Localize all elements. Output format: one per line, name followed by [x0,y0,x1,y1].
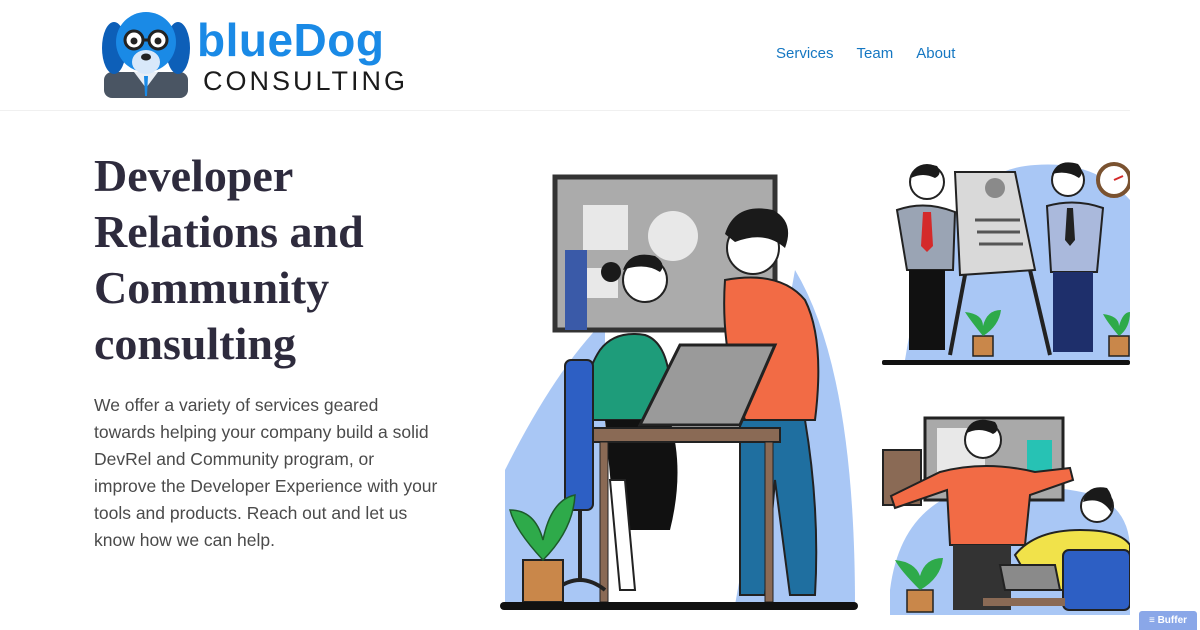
logo-brand-name: blueDog [197,14,385,66]
logo-brand-subtitle: CONSULTING [203,66,409,96]
dog-logo-icon [102,12,190,98]
buffer-label: Buffer [1157,615,1188,626]
hero-description: We offer a variety of services geared to… [94,395,438,550]
presentation-board-illustration-icon [882,162,1130,365]
hero-illustrations [500,162,1130,615]
whiteboard-meeting-illustration-icon [882,416,1130,615]
nav-link-team[interactable]: Team [857,45,894,62]
nav-link-about[interactable]: About [916,45,955,62]
buffer-stack-icon: ≡ [1148,615,1155,626]
main-nav: Services Team About [776,45,955,62]
team-at-laptop-illustration-icon [500,174,858,610]
site-logo[interactable]: blueDog CONSULTING [100,10,430,98]
buffer-share-button[interactable]: ≡ Buffer [1139,611,1197,630]
nav-link-services[interactable]: Services [776,45,834,62]
hero-title: Developer Relations and Community consul… [94,150,364,369]
site-header: blueDog CONSULTING Services Team About [0,0,1130,111]
